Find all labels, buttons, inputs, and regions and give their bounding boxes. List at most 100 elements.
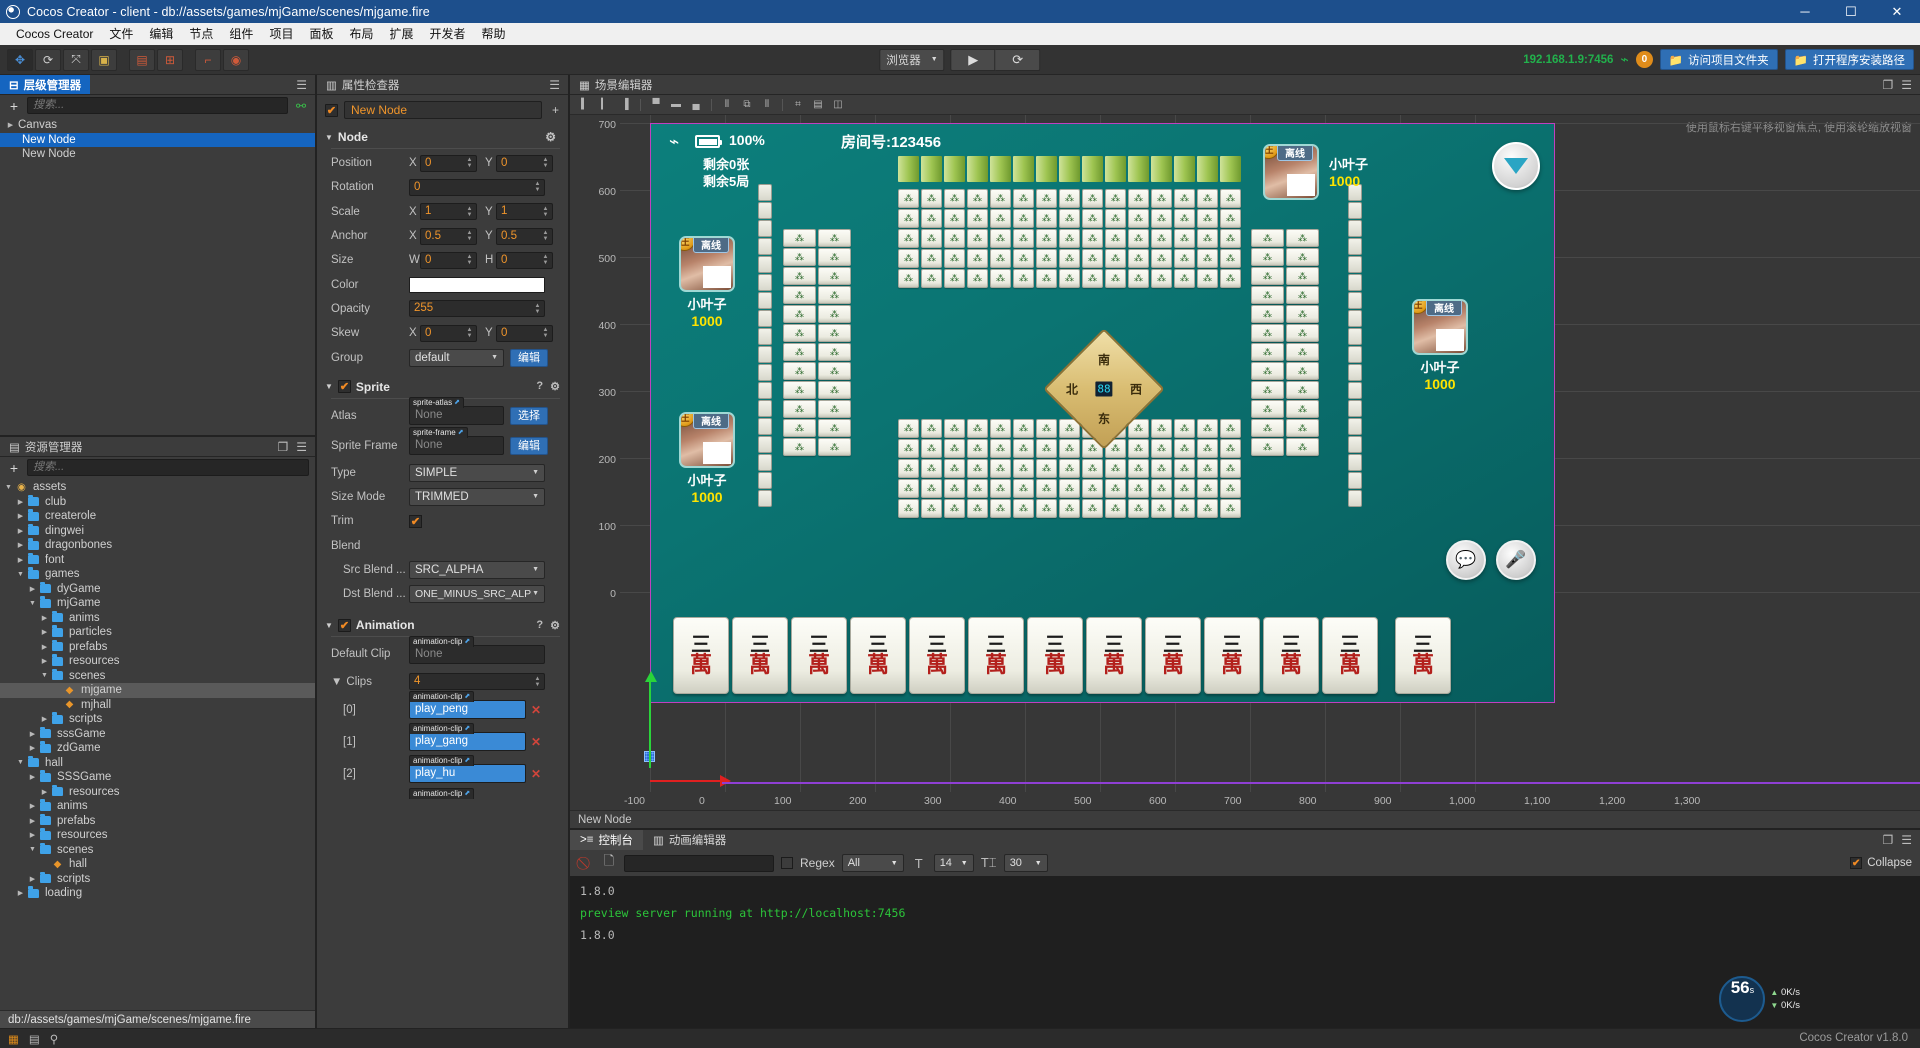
hierarchy-node-canvas[interactable]: ▶ Canvas	[0, 118, 315, 133]
scene-duplicate-icon[interactable]: ❐	[1882, 78, 1893, 92]
asset-tree-item[interactable]: ▶ scripts	[0, 712, 315, 727]
align-bottom-icon[interactable]: ▄	[687, 97, 705, 112]
console-duplicate-icon[interactable]: ❐	[1882, 833, 1893, 847]
chevron-right-icon[interactable]: ▶	[52, 701, 61, 709]
menu-arrow-button[interactable]	[1492, 142, 1540, 190]
asset-tree-item[interactable]: ▶ ◆ hall	[0, 857, 315, 872]
menu-item-component[interactable]: 组件	[221, 23, 261, 45]
snap-icon[interactable]: ⌗	[789, 97, 807, 112]
hierarchy-search-input[interactable]: 搜索...	[27, 97, 288, 114]
player-avatar-top-right[interactable]: 庄 离线	[1257, 144, 1325, 200]
list-icon[interactable]: ▤	[29, 1032, 40, 1046]
chevron-right-icon[interactable]: ▶	[16, 556, 25, 564]
chevron-right-icon[interactable]: ▶	[40, 715, 49, 723]
position-x-input[interactable]: 0 ▲ ▼	[420, 154, 477, 172]
asset-tree-item[interactable]: ▶ ◆ mjgame	[0, 683, 315, 698]
transform-gizmo-x-axis[interactable]	[650, 780, 722, 782]
asset-tree-item[interactable]: ▶ dragonbones	[0, 538, 315, 553]
menu-item-developer[interactable]: 开发者	[422, 23, 474, 45]
chevron-right-icon[interactable]: ▶	[40, 788, 49, 796]
asset-tree-item[interactable]: ▼ games	[0, 567, 315, 582]
player-hand-tile[interactable]: 三萬	[1086, 617, 1142, 694]
stepper-icon[interactable]: ▲ ▼	[464, 204, 475, 219]
animation-help-icon[interactable]: ?	[536, 619, 543, 632]
asset-tree-item[interactable]: ▶ sssGame	[0, 726, 315, 742]
asset-tree-item[interactable]: ▼ scenes	[0, 668, 315, 684]
external-link-icon[interactable]: ⬈	[464, 756, 470, 766]
asset-tree-item[interactable]: ▶ anims	[0, 799, 315, 814]
gear-icon[interactable]: ⚙	[550, 380, 560, 393]
align-left-icon[interactable]: ▍	[576, 97, 594, 112]
menu-item-edit[interactable]: 编辑	[141, 23, 181, 45]
size-h-input[interactable]: 0 ▲ ▼	[496, 251, 553, 269]
chevron-down-icon[interactable]: ▼	[4, 484, 13, 491]
console-log[interactable]: 1.8.0 preview server running at http://lo…	[570, 876, 1920, 1028]
chevron-down-icon[interactable]: ▼	[16, 571, 25, 578]
dst-blend-select[interactable]: ONE_MINUS_SRC_ALPHA ▼	[409, 585, 545, 604]
player-hand-tile[interactable]: 三萬	[909, 617, 965, 694]
group-edit-button[interactable]: 编辑	[510, 348, 548, 367]
player-hand-tile[interactable]: 三萬	[1145, 617, 1201, 694]
chevron-right-icon[interactable]: ▶	[16, 527, 25, 535]
menu-item-help[interactable]: 帮助	[474, 23, 514, 45]
asset-tree-item[interactable]: ▶ createrole	[0, 509, 315, 524]
stepper-icon[interactable]: ▲ ▼	[464, 229, 475, 244]
chevron-right-icon[interactable]: ▶	[28, 831, 37, 839]
stepper-icon[interactable]: ▲ ▼	[540, 326, 551, 341]
refresh-button[interactable]: ⟳	[995, 48, 1041, 71]
chevron-right-icon[interactable]: ▶	[16, 498, 25, 506]
chevron-right-icon[interactable]: ▶	[6, 121, 15, 129]
tab-hierarchy[interactable]: ⊟ 层级管理器	[0, 75, 91, 94]
gear-icon[interactable]: ⚙	[541, 130, 560, 144]
scene-menu-icon[interactable]: ☰	[1901, 78, 1912, 92]
notification-badge[interactable]: 0	[1635, 51, 1653, 68]
chevron-down-icon[interactable]: ▼	[16, 759, 25, 766]
external-link-icon[interactable]: ⬈	[454, 398, 460, 408]
player-hand-tile[interactable]: 三萬	[732, 617, 788, 694]
anchor-y-input[interactable]: 0.5 ▲ ▼	[496, 227, 553, 245]
asset-tree-item[interactable]: ▶ anims	[0, 610, 315, 626]
preview-target-select[interactable]: 浏览器 ▼	[879, 48, 945, 71]
chevron-right-icon[interactable]: ▶	[28, 802, 37, 810]
align-hcenter-icon[interactable]: ▎	[596, 97, 614, 112]
menu-item-extension[interactable]: 扩展	[381, 23, 421, 45]
chevron-right-icon[interactable]: ▶	[40, 643, 49, 651]
assets-search-input[interactable]: 搜索...	[27, 459, 309, 476]
inspector-menu-icon[interactable]: ☰	[549, 78, 560, 92]
log-level-select[interactable]: All ▼	[841, 854, 904, 872]
asset-tree-item[interactable]: ▼ mjGame	[0, 596, 315, 611]
asset-tree-item[interactable]: ▶ dingwei	[0, 523, 315, 539]
stepper-icon[interactable]: ▲ ▼	[540, 204, 551, 219]
player-hand-tile[interactable]: 三萬	[791, 617, 847, 694]
stepper-icon[interactable]: ▲ ▼	[532, 180, 543, 195]
rotate-tool-button[interactable]: ⟳	[35, 48, 61, 71]
stepper-icon[interactable]: ▲ ▼	[540, 229, 551, 244]
chevron-down-icon[interactable]: ▼	[28, 846, 37, 853]
asset-tree-item[interactable]: ▶ dyGame	[0, 581, 315, 597]
line-height-select[interactable]: 30 ▼	[1003, 854, 1048, 872]
pivot-tool-button[interactable]: ⌐	[195, 48, 221, 71]
sprite-frame-edit-button[interactable]: 编辑	[510, 436, 548, 455]
tab-animation-editor[interactable]: ▥ 动画编辑器	[642, 830, 737, 850]
maximize-button[interactable]: ☐	[1828, 0, 1874, 23]
stepper-icon[interactable]: ▲ ▼	[464, 326, 475, 341]
chevron-right-icon[interactable]: ▶	[16, 889, 25, 897]
scene-viewport[interactable]: 使用鼠标右键平移视窗焦点, 使用滚轮缩放视窗 ⌁ 100% 房间号:123456…	[570, 115, 1920, 810]
distribute-h-icon[interactable]: ⦀	[718, 97, 736, 112]
anchor-x-input[interactable]: 0.5 ▲ ▼	[420, 227, 477, 245]
chevron-down-icon[interactable]: ▼	[40, 672, 49, 679]
chevron-right-icon[interactable]: ▶	[16, 512, 25, 520]
coord-tool-button[interactable]: ◉	[223, 48, 249, 71]
menu-item-node[interactable]: 节点	[181, 23, 221, 45]
chevron-right-icon[interactable]: ▶	[40, 614, 49, 622]
tab-assets[interactable]: ▤ 资源管理器	[0, 437, 92, 456]
menu-item-panel[interactable]: 面板	[301, 23, 341, 45]
stepper-icon[interactable]: ▲ ▼	[540, 156, 551, 171]
player-hand-tile[interactable]: 三萬	[673, 617, 729, 694]
animation-section-header[interactable]: ▼ ✔ Animation ? ⚙	[317, 614, 568, 635]
chat-button[interactable]: 💬	[1446, 540, 1486, 580]
color-swatch[interactable]	[409, 276, 545, 293]
regex-checkbox[interactable]	[781, 857, 793, 869]
skew-x-input[interactable]: 0 ▲ ▼	[420, 324, 477, 342]
chevron-right-icon[interactable]: ▶	[16, 541, 25, 549]
